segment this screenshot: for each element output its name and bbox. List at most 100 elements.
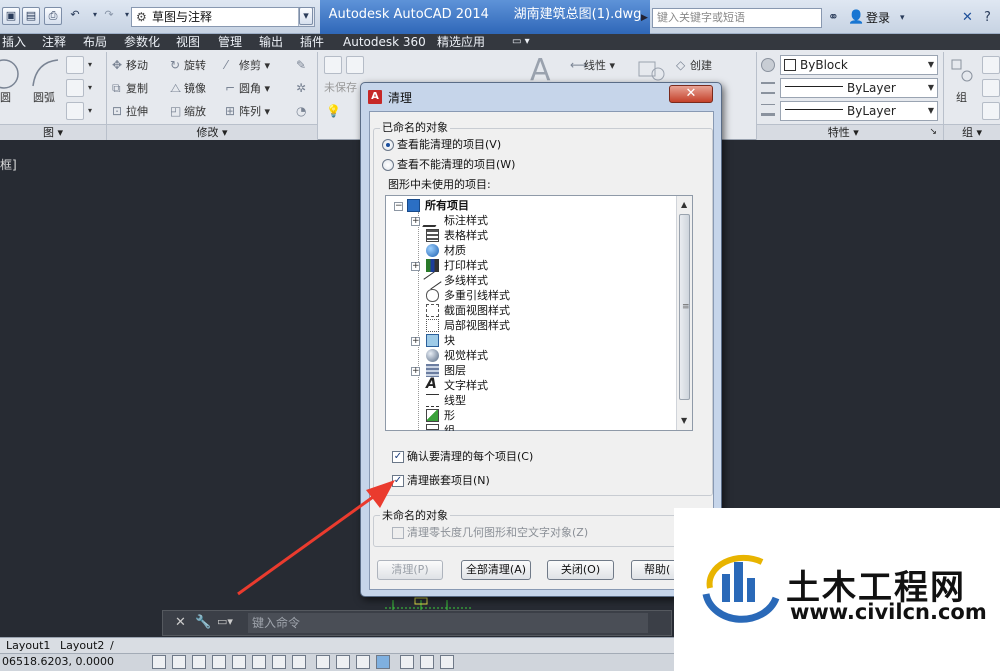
- undo-icon[interactable]: ↶: [66, 7, 84, 25]
- group-edit-icon[interactable]: [982, 79, 1000, 97]
- help-icon[interactable]: ?: [984, 8, 991, 28]
- ribbon-toggle-icon[interactable]: ▭ ▾: [512, 34, 530, 50]
- search-input[interactable]: 键入关键字或短语: [652, 8, 822, 28]
- purge-all-button[interactable]: 全部清理(A): [461, 560, 531, 580]
- close-button[interactable]: 关闭(O): [547, 560, 614, 580]
- tab-insert[interactable]: 插入: [2, 34, 26, 50]
- ellipse-dropdown-icon[interactable]: ▾: [88, 80, 92, 96]
- lineweight-select[interactable]: ByLayer ▼: [780, 101, 938, 121]
- save-icon[interactable]: ▣: [2, 7, 20, 25]
- grid-icon[interactable]: [192, 655, 206, 669]
- scale-tool[interactable]: ◰ 缩放: [170, 103, 206, 120]
- tree-scrollbar[interactable]: ▲ ≡ ▼: [676, 196, 692, 430]
- color-select[interactable]: ByBlock ▼: [780, 55, 938, 75]
- tree-item[interactable]: 局部视图样式: [444, 318, 510, 333]
- annotation-monitor-icon[interactable]: [440, 655, 454, 669]
- quick-access-dropdown-icon[interactable]: ▾: [299, 7, 313, 25]
- rectangle-icon[interactable]: [66, 56, 84, 74]
- tree-expand-icon[interactable]: +: [411, 337, 420, 346]
- ungroup-icon[interactable]: [982, 56, 1000, 74]
- binoculars-icon[interactable]: ⚭: [828, 8, 839, 28]
- panel-draw[interactable]: 图 ▾: [0, 124, 106, 140]
- confirm-each-checkbox[interactable]: ✓: [392, 451, 404, 463]
- tab-featured-apps[interactable]: 精选应用: [437, 34, 485, 50]
- copy-tool[interactable]: ⧉ 复制: [112, 80, 148, 97]
- login-dropdown-icon[interactable]: ▾: [900, 8, 905, 28]
- tree-item[interactable]: 截面视图样式: [444, 303, 510, 318]
- tree-collapse-icon[interactable]: −: [394, 202, 403, 211]
- dyn-icon[interactable]: [336, 655, 350, 669]
- trim-tool[interactable]: ⁄ 修剪 ▾: [225, 57, 270, 74]
- 3d-osnap-icon[interactable]: [272, 655, 286, 669]
- create-block-tool[interactable]: ◇ 创建: [676, 57, 712, 74]
- close-icon[interactable]: ✕: [175, 615, 186, 630]
- command-input[interactable]: 键入命令: [248, 613, 648, 633]
- insert-block-icon[interactable]: [636, 56, 666, 84]
- osnap-icon[interactable]: [252, 655, 266, 669]
- hatch-dropdown-icon[interactable]: ▾: [88, 103, 92, 119]
- layer-properties-icon[interactable]: [324, 56, 342, 74]
- polar-icon[interactable]: [232, 655, 246, 669]
- linetype-select[interactable]: ByLayer ▼: [780, 78, 938, 98]
- login-button[interactable]: 登录: [866, 8, 890, 28]
- tree-expand-icon[interactable]: +: [411, 217, 420, 226]
- radio-cannot-purge-label[interactable]: 查看不能清理的项目(W): [397, 158, 515, 172]
- zero-length-label[interactable]: 清理零长度几何图形和空文字对象(Z): [407, 526, 588, 540]
- infer-constraints-icon[interactable]: [152, 655, 166, 669]
- tree-item-all[interactable]: 所有项目: [425, 198, 469, 213]
- fillet-tool[interactable]: ⌐ 圆角 ▾: [225, 80, 270, 97]
- tree-item[interactable]: 多重引线样式: [444, 288, 510, 303]
- workspace-select[interactable]: ⚙ 草图与注释 ▼: [131, 7, 315, 27]
- tab-layout1[interactable]: Layout1: [6, 639, 50, 653]
- tree-item[interactable]: 文字样式: [444, 378, 488, 393]
- ducs-icon[interactable]: [316, 655, 330, 669]
- exchange-icon[interactable]: ✕: [962, 8, 973, 28]
- tree-expand-icon[interactable]: +: [411, 367, 420, 376]
- tab-annotate[interactable]: 注释: [42, 34, 66, 50]
- hatch-icon[interactable]: [66, 102, 84, 120]
- transparency-icon[interactable]: [376, 655, 390, 669]
- quick-properties-icon[interactable]: [400, 655, 414, 669]
- dialog-launcher-icon[interactable]: ↘: [929, 125, 937, 140]
- ellipse-icon[interactable]: [66, 79, 84, 97]
- scroll-up-icon[interactable]: ▲: [681, 200, 687, 209]
- tree-item[interactable]: 组: [444, 423, 455, 431]
- offset-icon[interactable]: ◔: [296, 103, 310, 120]
- search-expand-icon[interactable]: ▶: [641, 8, 652, 28]
- scroll-down-icon[interactable]: ▼: [681, 416, 687, 425]
- erase-icon[interactable]: ✎: [296, 57, 310, 74]
- mirror-tool[interactable]: ⧍ 镜像: [170, 80, 206, 97]
- tab-output[interactable]: 输出: [259, 34, 283, 50]
- array-tool[interactable]: ⊞ 阵列 ▾: [225, 103, 270, 120]
- snap-icon[interactable]: [172, 655, 186, 669]
- linear-dimension-tool[interactable]: ⟷线性 ▾: [570, 57, 615, 74]
- dialog-close-button[interactable]: ✕: [669, 85, 713, 103]
- redo-icon[interactable]: ↷: [100, 7, 118, 25]
- group-select-icon[interactable]: [982, 102, 1000, 120]
- panel-properties[interactable]: 特性 ▾ ↘: [757, 124, 943, 140]
- layer-state-icon[interactable]: [346, 56, 364, 74]
- move-tool[interactable]: ✥ 移动: [112, 57, 148, 74]
- tree-item[interactable]: 多线样式: [444, 273, 488, 288]
- tab-manage[interactable]: 管理: [218, 34, 242, 50]
- dialog-titlebar[interactable]: [361, 83, 721, 111]
- confirm-each-label[interactable]: 确认要清理的每个项目(C): [407, 450, 533, 464]
- panel-modify[interactable]: 修改 ▾: [107, 124, 317, 140]
- tree-item[interactable]: 标注样式: [444, 213, 488, 228]
- tree-item[interactable]: 块: [444, 333, 455, 348]
- tree-item[interactable]: 形: [444, 408, 455, 423]
- tab-view[interactable]: 视图: [176, 34, 200, 50]
- tab-layout2[interactable]: Layout2: [60, 639, 104, 653]
- tab-autodesk-360[interactable]: Autodesk 360: [343, 34, 426, 50]
- selection-cycling-icon[interactable]: [420, 655, 434, 669]
- ortho-icon[interactable]: [212, 655, 226, 669]
- stretch-tool[interactable]: ⊡ 拉伸: [112, 103, 148, 120]
- lineweight-toggle-icon[interactable]: [356, 655, 370, 669]
- save-as-icon[interactable]: ▤: [22, 7, 40, 25]
- tab-plugins[interactable]: 插件: [300, 34, 324, 50]
- tree-item[interactable]: 视觉样式: [444, 348, 488, 363]
- tree-expand-icon[interactable]: +: [411, 262, 420, 271]
- rotate-tool[interactable]: ↻ 旋转: [170, 57, 206, 74]
- radio-cannot-purge[interactable]: [382, 159, 394, 171]
- circle-tool-icon[interactable]: [0, 56, 22, 92]
